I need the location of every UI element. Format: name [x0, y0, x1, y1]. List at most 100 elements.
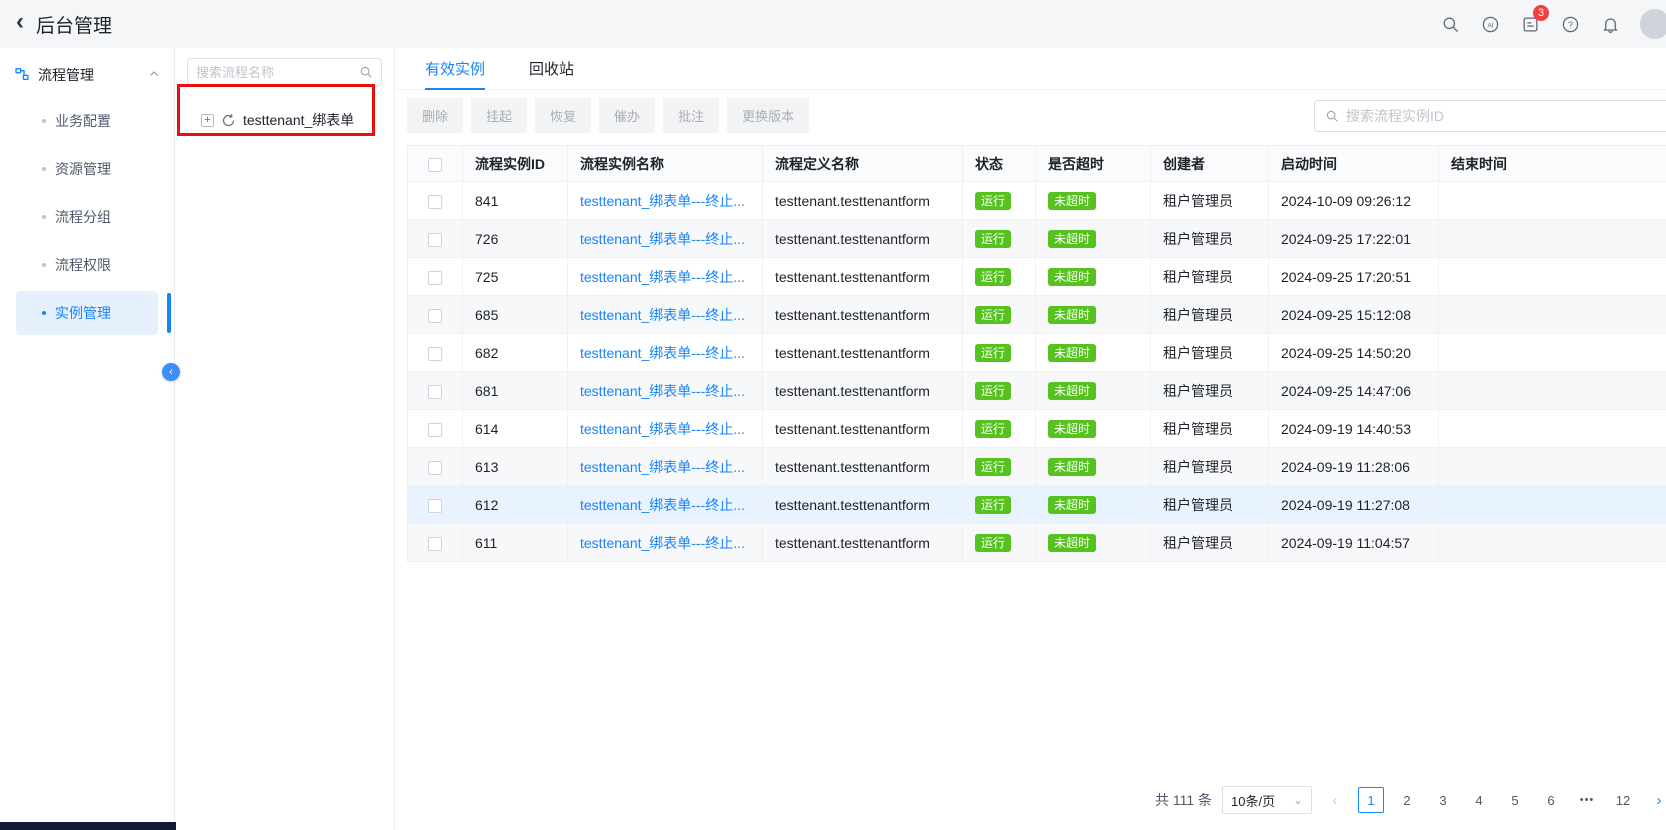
cell-creator: 租户管理员	[1151, 486, 1269, 524]
tree-search-box[interactable]	[187, 58, 382, 86]
collapse-panel-button[interactable]: ‹	[162, 363, 180, 381]
row-checkbox[interactable]	[428, 499, 442, 513]
cell-end-time	[1439, 524, 1666, 562]
expand-icon[interactable]: +	[201, 114, 214, 127]
instance-name-link[interactable]: testtenant_绑表单---终止...	[580, 421, 745, 437]
row-checkbox[interactable]	[428, 195, 442, 209]
select-all-checkbox[interactable]	[428, 158, 442, 172]
cell-start-time: 2024-09-19 11:27:08	[1269, 486, 1439, 524]
search-icon[interactable]	[1440, 14, 1460, 34]
cell-instance-id: 614	[463, 410, 568, 448]
sidebar-group-process-management[interactable]: 流程管理	[0, 55, 174, 95]
cell-start-time: 2024-09-19 11:28:06	[1269, 448, 1439, 486]
page-button-5[interactable]: 5	[1502, 787, 1528, 813]
sidebar-item-resource-management[interactable]: 资源管理	[16, 147, 158, 191]
instance-table: 流程实例ID 流程实例名称 流程定义名称 状态 是否超时 创建者 启动时间 结束…	[407, 145, 1666, 562]
instance-name-link[interactable]: testtenant_绑表单---终止...	[580, 307, 745, 323]
tree-node-label: testtenant_绑表单	[243, 110, 354, 130]
table-row[interactable]: 841 testtenant_绑表单---终止... testtenant.te…	[408, 182, 1666, 220]
instance-name-link[interactable]: testtenant_绑表单---终止...	[580, 383, 745, 399]
table-row[interactable]: 613 testtenant_绑表单---终止... testtenant.te…	[408, 448, 1666, 486]
instance-name-link[interactable]: testtenant_绑表单---终止...	[580, 459, 745, 475]
suspend-button[interactable]: 挂起	[471, 98, 527, 133]
tree-node-testtenant[interactable]: + testtenant_绑表单	[187, 110, 382, 130]
bullet-icon	[42, 311, 46, 315]
row-checkbox[interactable]	[428, 461, 442, 475]
tree-search-input[interactable]	[196, 65, 353, 80]
sidebar-group-label: 流程管理	[38, 65, 94, 85]
sidebar-item-business-config[interactable]: 业务配置	[16, 99, 158, 143]
status-badge: 运行	[975, 230, 1011, 248]
row-checkbox[interactable]	[428, 347, 442, 361]
app-body: 流程管理 业务配置 资源管理 流程分组 流程权限 实例管理 ‹	[0, 48, 1666, 830]
row-checkbox[interactable]	[428, 309, 442, 323]
sidebar-item-instance-management[interactable]: 实例管理	[16, 291, 158, 335]
annotate-button[interactable]: 批注	[663, 98, 719, 133]
instance-name-link[interactable]: testtenant_绑表单---终止...	[580, 497, 745, 513]
page-button-4[interactable]: 4	[1466, 787, 1492, 813]
table-row[interactable]: 726 testtenant_绑表单---终止... testtenant.te…	[408, 220, 1666, 258]
page-button-3[interactable]: 3	[1430, 787, 1456, 813]
row-checkbox[interactable]	[428, 537, 442, 551]
table-row[interactable]: 685 testtenant_绑表单---终止... testtenant.te…	[408, 296, 1666, 334]
page-button-12[interactable]: 12	[1610, 787, 1636, 813]
next-page-button[interactable]: ›	[1646, 787, 1666, 813]
bullet-icon	[42, 119, 46, 123]
help-icon[interactable]: ?	[1560, 14, 1580, 34]
row-checkbox[interactable]	[428, 385, 442, 399]
sidebar-item-process-permission[interactable]: 流程权限	[16, 243, 158, 287]
svg-text:AI: AI	[1487, 22, 1493, 29]
row-checkbox[interactable]	[428, 423, 442, 437]
table-row[interactable]: 681 testtenant_绑表单---终止... testtenant.te…	[408, 372, 1666, 410]
change-version-button[interactable]: 更换版本	[727, 98, 809, 133]
more-pages-icon[interactable]: •••	[1574, 787, 1600, 813]
cell-start-time: 2024-10-09 09:26:12	[1269, 182, 1439, 220]
timeout-badge: 未超时	[1048, 268, 1096, 286]
search-icon	[1325, 109, 1339, 123]
sidebar-item-process-group[interactable]: 流程分组	[16, 195, 158, 239]
sidebar-item-label: 流程权限	[55, 255, 111, 275]
back-icon[interactable]: ‹	[16, 10, 24, 34]
instance-search-box[interactable]	[1314, 100, 1666, 132]
ai-assistant-icon[interactable]: AI	[1480, 14, 1500, 34]
cell-start-time: 2024-09-25 17:20:51	[1269, 258, 1439, 296]
resume-button[interactable]: 恢复	[535, 98, 591, 133]
cell-creator: 租户管理员	[1151, 372, 1269, 410]
instance-name-link[interactable]: testtenant_绑表单---终止...	[580, 269, 745, 285]
cell-end-time	[1439, 410, 1666, 448]
prev-page-button[interactable]: ‹	[1322, 787, 1348, 813]
bell-icon[interactable]	[1600, 14, 1620, 34]
avatar[interactable]	[1640, 9, 1666, 39]
status-badge: 运行	[975, 458, 1011, 476]
page-size-select[interactable]: 10条/页 ⌄	[1222, 786, 1312, 814]
instance-name-link[interactable]: testtenant_绑表单---终止...	[580, 231, 745, 247]
cell-instance-id: 611	[463, 524, 568, 562]
status-badge: 运行	[975, 306, 1011, 324]
tasks-icon[interactable]: 3	[1520, 14, 1540, 34]
page-button-2[interactable]: 2	[1394, 787, 1420, 813]
delete-button[interactable]: 删除	[407, 98, 463, 133]
row-checkbox[interactable]	[428, 233, 442, 247]
cell-creator: 租户管理员	[1151, 410, 1269, 448]
tab-active-instances[interactable]: 有效实例	[425, 48, 485, 89]
tab-recycle-bin[interactable]: 回收站	[529, 48, 574, 89]
status-badge: 运行	[975, 534, 1011, 552]
instance-search-input[interactable]	[1346, 108, 1666, 124]
table-row[interactable]: 612 testtenant_绑表单---终止... testtenant.te…	[408, 486, 1666, 524]
instance-name-link[interactable]: testtenant_绑表单---终止...	[580, 535, 745, 551]
urge-button[interactable]: 催办	[599, 98, 655, 133]
cell-instance-id: 613	[463, 448, 568, 486]
instance-name-link[interactable]: testtenant_绑表单---终止...	[580, 193, 745, 209]
instance-name-link[interactable]: testtenant_绑表单---终止...	[580, 345, 745, 361]
chevron-down-icon: ⌄	[1293, 793, 1303, 807]
row-checkbox[interactable]	[428, 271, 442, 285]
table-row[interactable]: 682 testtenant_绑表单---终止... testtenant.te…	[408, 334, 1666, 372]
cell-start-time: 2024-09-19 11:04:57	[1269, 524, 1439, 562]
table-row[interactable]: 611 testtenant_绑表单---终止... testtenant.te…	[408, 524, 1666, 562]
table-header-row: 流程实例ID 流程实例名称 流程定义名称 状态 是否超时 创建者 启动时间 结束…	[408, 146, 1666, 182]
page-button-6[interactable]: 6	[1538, 787, 1564, 813]
cell-start-time: 2024-09-25 14:50:20	[1269, 334, 1439, 372]
page-button-1[interactable]: 1	[1358, 787, 1384, 813]
table-row[interactable]: 614 testtenant_绑表单---终止... testtenant.te…	[408, 410, 1666, 448]
table-row[interactable]: 725 testtenant_绑表单---终止... testtenant.te…	[408, 258, 1666, 296]
